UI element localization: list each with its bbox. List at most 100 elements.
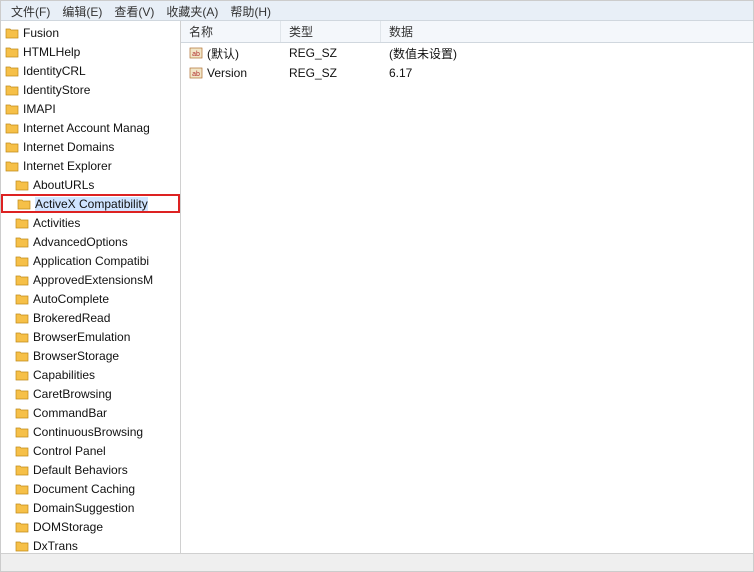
list-row[interactable]: ab (默认) REG_SZ (数值未设置) [181, 43, 753, 63]
column-header-data-label: 数据 [389, 23, 413, 40]
tree-item-label: BrokeredRead [33, 311, 110, 325]
folder-icon [5, 141, 19, 153]
tree-item-label: IMAPI [23, 102, 56, 116]
list-rows: ab (默认)REG_SZ(数值未设置) ab VersionREG_SZ6.1… [181, 43, 753, 553]
tree-item[interactable]: Default Behaviors [1, 460, 180, 479]
folder-icon [15, 369, 29, 381]
folder-icon [15, 388, 29, 400]
tree-item-label: Internet Explorer [23, 159, 112, 173]
tree-item[interactable]: CaretBrowsing [1, 384, 180, 403]
tree-item-label: DOMStorage [33, 520, 103, 534]
value-data-label: (数值未设置) [389, 45, 457, 62]
tree-item[interactable]: AdvancedOptions [1, 232, 180, 251]
tree-item[interactable]: CommandBar [1, 403, 180, 422]
tree-item-label: IdentityCRL [23, 64, 86, 78]
tree-item-label: Capabilities [33, 368, 95, 382]
tree-item-label: ApprovedExtensionsM [33, 273, 153, 287]
tree-item[interactable]: BrowserStorage [1, 346, 180, 365]
menu-item[interactable]: 编辑(E) [56, 3, 108, 18]
folder-icon [15, 483, 29, 495]
tree-item[interactable]: Activities [1, 213, 180, 232]
tree-item[interactable]: ActiveX Compatibility [1, 194, 180, 213]
tree-item[interactable]: DomainSuggestion [1, 498, 180, 517]
tree-item-label: BrowserStorage [33, 349, 119, 363]
folder-icon [5, 65, 19, 77]
column-header-name-label: 名称 [189, 23, 213, 40]
horizontal-scrollbar[interactable] [1, 553, 753, 571]
menu-item[interactable]: 帮助(H) [224, 3, 277, 18]
folder-icon [15, 350, 29, 362]
tree-item[interactable]: ApprovedExtensionsM [1, 270, 180, 289]
folder-icon [15, 426, 29, 438]
folder-icon [15, 236, 29, 248]
folder-icon [15, 502, 29, 514]
value-type-label: REG_SZ [289, 46, 337, 60]
tree-item-label: DxTrans [33, 539, 78, 553]
tree-item[interactable]: AboutURLs [1, 175, 180, 194]
folder-icon [15, 255, 29, 267]
folder-icon [5, 84, 19, 96]
list-header: 名称 类型 数据 [181, 21, 753, 43]
tree-item[interactable]: DxTrans [1, 536, 180, 553]
tree-item[interactable]: HTMLHelp [1, 42, 180, 61]
value-type-label: REG_SZ [289, 66, 337, 80]
folder-icon [5, 122, 19, 134]
cell-name: ab (默认) [181, 45, 281, 62]
tree-item[interactable]: ContinuousBrowsing [1, 422, 180, 441]
tree-item[interactable]: Application Compatibi [1, 251, 180, 270]
menu-item[interactable]: 收藏夹(A) [160, 3, 224, 18]
list-pane: 名称 类型 数据 ab (默认) REG_SZ (数值未设置) ab Version… [181, 21, 753, 553]
folder-icon [5, 46, 19, 58]
folder-icon [15, 217, 29, 229]
cell-type: REG_SZ [281, 46, 381, 60]
svg-text:ab: ab [192, 71, 200, 78]
tree-item-label: Internet Domains [23, 140, 114, 154]
tree-item[interactable]: BrowserEmulation [1, 327, 180, 346]
folder-icon [15, 521, 29, 533]
column-header-name[interactable]: 名称 [181, 21, 281, 42]
column-header-type[interactable]: 类型 [281, 21, 381, 42]
value-name-label: Version [207, 66, 247, 80]
tree-item-label: IdentityStore [23, 83, 90, 97]
tree-item[interactable]: IdentityStore [1, 80, 180, 99]
tree-item[interactable]: Control Panel [1, 441, 180, 460]
cell-name: ab Version [181, 66, 281, 80]
tree-item-label: AboutURLs [33, 178, 94, 192]
tree-item-label: DomainSuggestion [33, 501, 134, 515]
folder-icon [15, 407, 29, 419]
folder-icon [15, 464, 29, 476]
tree-item[interactable]: IMAPI [1, 99, 180, 118]
folder-icon [15, 179, 29, 191]
tree-item-label: Document Caching [33, 482, 135, 496]
tree-item-label: ActiveX Compatibility [35, 197, 148, 211]
tree-item[interactable]: Internet Explorer [1, 156, 180, 175]
tree-item[interactable]: Capabilities [1, 365, 180, 384]
menu-item[interactable]: 文件(F) [5, 3, 56, 18]
tree-item-label: ContinuousBrowsing [33, 425, 143, 439]
folder-icon [17, 198, 31, 210]
tree-item-label: AutoComplete [33, 292, 109, 306]
menu-item[interactable]: 查看(V) [108, 3, 160, 18]
folder-icon [5, 160, 19, 172]
string-value-icon: ab [189, 47, 203, 59]
tree-item[interactable]: Document Caching [1, 479, 180, 498]
tree-pane[interactable]: Fusion HTMLHelp IdentityCRL IdentityStor… [1, 21, 181, 553]
folder-icon [15, 331, 29, 343]
tree-item-label: HTMLHelp [23, 45, 80, 59]
tree-item[interactable]: Internet Domains [1, 137, 180, 156]
tree-item-label: Activities [33, 216, 80, 230]
tree-item-label: CaretBrowsing [33, 387, 112, 401]
column-header-data[interactable]: 数据 [381, 21, 753, 42]
tree-item[interactable]: Internet Account Manag [1, 118, 180, 137]
column-header-type-label: 类型 [289, 23, 313, 40]
tree-item-label: Internet Account Manag [23, 121, 150, 135]
string-value-icon: ab [189, 67, 203, 79]
tree-item[interactable]: AutoComplete [1, 289, 180, 308]
tree-item-label: BrowserEmulation [33, 330, 130, 344]
folder-icon [15, 293, 29, 305]
tree-item[interactable]: BrokeredRead [1, 308, 180, 327]
tree-item[interactable]: DOMStorage [1, 517, 180, 536]
tree-item[interactable]: Fusion [1, 23, 180, 42]
list-row[interactable]: ab VersionREG_SZ6.17 [181, 63, 753, 83]
tree-item[interactable]: IdentityCRL [1, 61, 180, 80]
